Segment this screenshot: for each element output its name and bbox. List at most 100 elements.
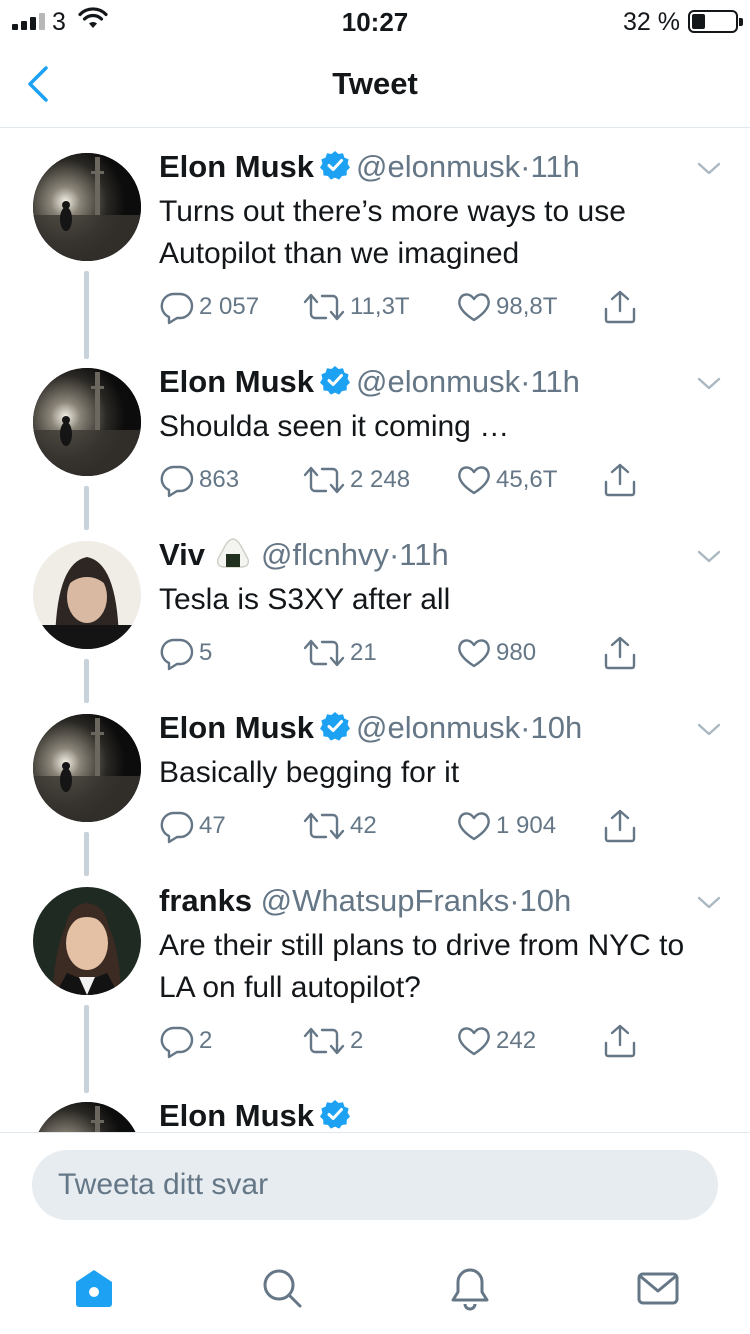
user-handle[interactable]: @elonmusk: [356, 149, 520, 184]
tab-home[interactable]: [70, 1264, 118, 1312]
heart-icon: [456, 635, 492, 671]
retweet-button[interactable]: 11,3T: [302, 289, 410, 325]
share-button[interactable]: [602, 462, 638, 498]
reply-input[interactable]: Tweeta ditt svar: [32, 1150, 718, 1220]
verified-badge-icon: [320, 1099, 350, 1129]
separator-dot: ·: [509, 883, 520, 918]
tweet-actions: 2 2 242: [159, 1023, 659, 1059]
user-handle[interactable]: @flcnhvy: [261, 537, 389, 572]
user-handle[interactable]: @elonmusk: [356, 364, 520, 399]
reply-count: 863: [199, 466, 240, 493]
tweet-text: Turns out there’s more ways to use Autop…: [159, 195, 626, 270]
reply-button[interactable]: 5: [159, 635, 212, 671]
retweet-icon: [302, 462, 346, 498]
reply-button[interactable]: 2: [159, 1023, 212, 1059]
chevron-down-icon[interactable]: [696, 374, 722, 394]
display-name[interactable]: Elon Musk: [159, 149, 314, 184]
tweet-header: Elon Musk @elonmusk·11h: [159, 149, 580, 185]
avatar[interactable]: [33, 541, 141, 649]
search-icon: [263, 1269, 302, 1308]
avatar[interactable]: [33, 153, 141, 261]
reply-count: 5: [199, 639, 213, 666]
retweet-button[interactable]: 2: [302, 1023, 363, 1059]
like-button[interactable]: 980: [456, 635, 536, 671]
tweet-thread: Elon Musk @elonmusk·11h Turns out there’s…: [0, 129, 750, 1132]
tweet[interactable]: Elon Musk: [0, 1078, 750, 1132]
user-handle[interactable]: @elonmusk: [356, 710, 520, 745]
share-button[interactable]: [602, 1023, 638, 1059]
avatar[interactable]: [33, 714, 141, 822]
tweet[interactable]: Viv @flcnhvy·11h Tesla is S3XY after all …: [0, 517, 750, 703]
retweet-count: 2 248: [350, 466, 411, 493]
separator-dot: ·: [520, 149, 531, 184]
tweet[interactable]: franks @WhatsupFranks·10h Are their stil…: [0, 863, 750, 1093]
retweet-button[interactable]: 42: [302, 808, 377, 844]
reply-icon: [159, 289, 195, 325]
tweet-actions: 863 2 248 45,6T: [159, 462, 659, 498]
reply-button[interactable]: 47: [159, 808, 226, 844]
display-name[interactable]: Elon Musk: [159, 364, 314, 399]
tweet-header: Elon Musk @elonmusk·11h: [159, 364, 580, 400]
chevron-down-icon[interactable]: [696, 159, 722, 179]
heart-icon: [456, 1023, 492, 1059]
navigation-bar: Tweet: [0, 40, 750, 128]
chevron-down-icon[interactable]: [696, 547, 722, 567]
separator-dot: ·: [388, 537, 400, 572]
home-icon: [76, 1270, 112, 1307]
share-button[interactable]: [602, 289, 638, 325]
retweet-button[interactable]: 2 248: [302, 462, 410, 498]
verified-badge-icon: [320, 365, 350, 395]
like-count: 45,6T: [496, 466, 558, 493]
tweet-text: Basically begging for it: [159, 756, 460, 789]
chevron-down-icon[interactable]: [696, 893, 722, 913]
rice-ball-emoji-icon: [215, 537, 251, 569]
like-count: 242: [496, 1027, 537, 1054]
tweet-time: 11h: [399, 537, 449, 572]
like-count: 1 904: [496, 812, 557, 839]
retweet-icon: [302, 289, 346, 325]
tweet[interactable]: Elon Musk @elonmusk·11h Turns out there’s…: [0, 129, 750, 359]
display-name[interactable]: Elon Musk: [159, 1098, 314, 1132]
like-button[interactable]: 98,8T: [456, 289, 557, 325]
reply-composer: Tweeta ditt svar: [0, 1132, 750, 1234]
share-icon: [602, 462, 638, 498]
display-name[interactable]: Elon Musk: [159, 710, 314, 745]
reply-button[interactable]: 863: [159, 462, 239, 498]
avatar[interactable]: [33, 1102, 141, 1132]
share-button[interactable]: [602, 635, 638, 671]
avatar[interactable]: [33, 368, 141, 476]
battery-icon: [688, 10, 743, 33]
like-button[interactable]: 45,6T: [456, 462, 557, 498]
retweet-count: 42: [350, 812, 377, 839]
avatar[interactable]: [33, 887, 141, 995]
tab-messages[interactable]: [634, 1264, 682, 1312]
share-button[interactable]: [602, 808, 638, 844]
reply-icon: [159, 808, 195, 844]
display-name[interactable]: Viv: [159, 537, 205, 572]
tweet[interactable]: Elon Musk @elonmusk·10h Basically begging…: [0, 690, 750, 876]
tab-notifications[interactable]: [446, 1264, 494, 1312]
user-handle[interactable]: @WhatsupFranks: [261, 883, 510, 918]
tweet[interactable]: Elon Musk @elonmusk·11h Shoulda seen it c…: [0, 344, 750, 530]
battery-level: [692, 14, 705, 29]
retweet-count: 21: [350, 639, 377, 666]
heart-icon: [456, 808, 492, 844]
tab-search[interactable]: [258, 1264, 306, 1312]
like-count: 98,8T: [496, 293, 558, 320]
tweet-text: Are their still plans to drive from NYC …: [159, 929, 685, 1004]
retweet-icon: [302, 635, 346, 671]
chevron-down-icon[interactable]: [696, 720, 722, 740]
retweet-button[interactable]: 21: [302, 635, 377, 671]
reply-button[interactable]: 2 057: [159, 289, 259, 325]
tweet-time: 11h: [530, 364, 580, 399]
like-button[interactable]: 242: [456, 1023, 536, 1059]
display-name[interactable]: franks: [159, 883, 252, 918]
reply-icon: [159, 462, 195, 498]
like-button[interactable]: 1 904: [456, 808, 556, 844]
reply-count: 2 057: [199, 293, 260, 320]
tweet-actions: 5 21 980: [159, 635, 659, 671]
tweet-time: 10h: [519, 883, 572, 918]
tweet-header: Viv @flcnhvy·11h: [159, 537, 449, 573]
tweet-header: franks @WhatsupFranks·10h: [159, 883, 571, 919]
heart-icon: [456, 289, 492, 325]
